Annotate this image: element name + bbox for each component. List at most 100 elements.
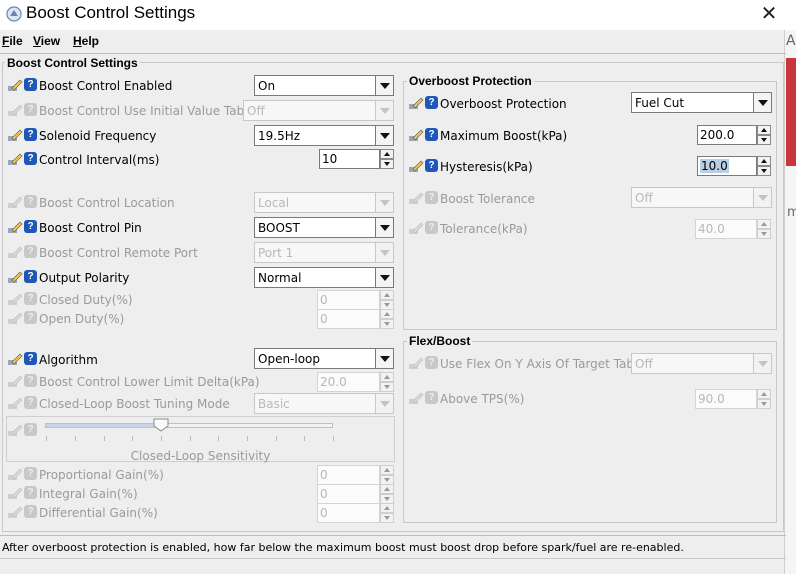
row-icons: ?	[7, 422, 39, 438]
proportional-gain-spinner: 0	[317, 465, 395, 485]
row-icons: ?	[7, 151, 39, 167]
boost-control-enabled-select[interactable]: On	[254, 75, 394, 96]
decrement-button[interactable]	[380, 159, 394, 169]
help-icon[interactable]: ?	[24, 270, 37, 283]
pencil-icon	[8, 375, 23, 387]
help-icon[interactable]: ?	[425, 96, 438, 109]
menu-help[interactable]: Help	[73, 34, 99, 48]
slider-tick	[304, 436, 305, 441]
row-icons: ?	[408, 95, 440, 111]
row-icons: ?	[408, 220, 440, 236]
hysteresis-spinner[interactable]: 10.0	[697, 156, 772, 176]
increment-button	[380, 465, 394, 475]
help-icon[interactable]: ?	[24, 220, 37, 233]
help-icon[interactable]: ?	[24, 128, 37, 141]
pencil-icon	[8, 271, 23, 283]
row-icons: ?	[7, 504, 39, 520]
help-icon: ?	[24, 292, 37, 305]
maximum-boost-spinner[interactable]: 200.0	[697, 125, 772, 145]
pencil-icon	[8, 196, 23, 208]
tuning-mode-label: Closed-Loop Boost Tuning Mode	[39, 397, 230, 411]
pencil-icon	[409, 392, 424, 404]
boost-control-pin-select[interactable]: BOOST	[254, 217, 394, 238]
lower-limit-delta-spinner: 20.0	[317, 372, 395, 392]
output-polarity-select[interactable]: Normal	[254, 267, 394, 288]
use-initial-value-table-label: Boost Control Use Initial Value Table	[39, 104, 255, 118]
background-glyph: m	[787, 205, 796, 220]
background-window-accent	[786, 58, 796, 166]
control-interval-spinner[interactable]: 10	[319, 149, 395, 169]
boost-control-enabled-label: Boost Control Enabled	[39, 79, 173, 93]
chevron-down-icon	[375, 349, 393, 368]
pencil-icon	[8, 79, 23, 91]
row-icons: ?	[7, 466, 39, 482]
boost-control-location-select: Local	[254, 192, 394, 213]
decrement-button[interactable]	[757, 135, 771, 145]
maximum-boost-input[interactable]: 200.0	[697, 125, 757, 145]
increment-button	[380, 290, 394, 300]
overboost-protection-select[interactable]: Fuel Cut	[631, 92, 772, 113]
pencil-icon	[8, 153, 23, 165]
pencil-icon	[409, 97, 424, 109]
decrement-button	[380, 319, 394, 329]
tolerance-label: Tolerance(kPa)	[440, 222, 528, 236]
slider-tick	[132, 436, 133, 441]
menu-file[interactable]: File	[2, 34, 23, 48]
increment-button[interactable]	[757, 156, 771, 166]
close-button[interactable]: ✕	[758, 3, 780, 25]
use-flex-label: Use Flex On Y Axis Of Target Table	[440, 357, 645, 371]
row-icons: ?	[7, 310, 39, 326]
row-icons: ?	[408, 190, 440, 206]
boost-control-location-label: Boost Control Location	[39, 196, 175, 210]
decrement-button	[380, 382, 394, 392]
slider-tick	[46, 436, 47, 441]
algorithm-label: Algorithm	[39, 353, 98, 367]
row-icons: ?	[7, 244, 39, 260]
chevron-down-icon	[375, 268, 393, 287]
help-icon[interactable]: ?	[425, 128, 438, 141]
lower-limit-delta-label: Boost Control Lower Limit Delta(kPa)	[39, 375, 260, 389]
decrement-button[interactable]	[757, 166, 771, 176]
help-icon[interactable]: ?	[24, 352, 37, 365]
pencil-icon	[8, 221, 23, 233]
open-duty-input: 0	[317, 309, 380, 329]
help-icon[interactable]: ?	[425, 159, 438, 172]
increment-button[interactable]	[380, 149, 394, 159]
control-interval-input[interactable]: 10	[319, 149, 380, 169]
status-bottom-border	[0, 558, 786, 559]
help-icon: ?	[425, 221, 438, 234]
pencil-icon	[409, 129, 424, 141]
control-interval-label: Control Interval(ms)	[39, 153, 160, 167]
help-icon[interactable]: ?	[24, 78, 37, 91]
increment-button	[757, 389, 771, 399]
row-icons: ?	[408, 127, 440, 143]
overboost-protection-label: Overboost Protection	[440, 97, 567, 111]
row-icons: ?	[7, 269, 39, 285]
help-icon[interactable]: ?	[24, 152, 37, 165]
maximum-boost-label: Maximum Boost(kPa)	[440, 129, 568, 143]
pencil-icon	[8, 397, 23, 409]
overboost-protection-title: Overboost Protection	[407, 74, 534, 88]
tolerance-input: 40.0	[695, 219, 757, 239]
help-icon: ?	[24, 396, 37, 409]
lower-limit-delta-input: 20.0	[317, 372, 380, 392]
increment-button	[380, 309, 394, 319]
row-icons: ?	[7, 127, 39, 143]
row-icons: ?	[408, 355, 440, 371]
help-icon: ?	[425, 391, 438, 404]
sensitivity-label: Closed-Loop Sensitivity	[130, 449, 271, 463]
row-icons: ?	[7, 194, 39, 210]
algorithm-select[interactable]: Open-loop	[254, 348, 394, 369]
help-icon: ?	[24, 311, 37, 324]
hysteresis-input[interactable]: 10.0	[697, 156, 757, 176]
menu-view[interactable]: View	[33, 34, 60, 48]
decrement-button	[757, 229, 771, 239]
menu-separator	[0, 53, 786, 54]
integral-gain-spinner: 0	[317, 484, 395, 504]
increment-button[interactable]	[757, 125, 771, 135]
help-icon: ?	[24, 245, 37, 258]
solenoid-frequency-select[interactable]: 19.5Hz	[254, 125, 394, 146]
slider-tick	[276, 436, 277, 441]
pencil-icon	[8, 468, 23, 480]
increment-button	[380, 372, 394, 382]
